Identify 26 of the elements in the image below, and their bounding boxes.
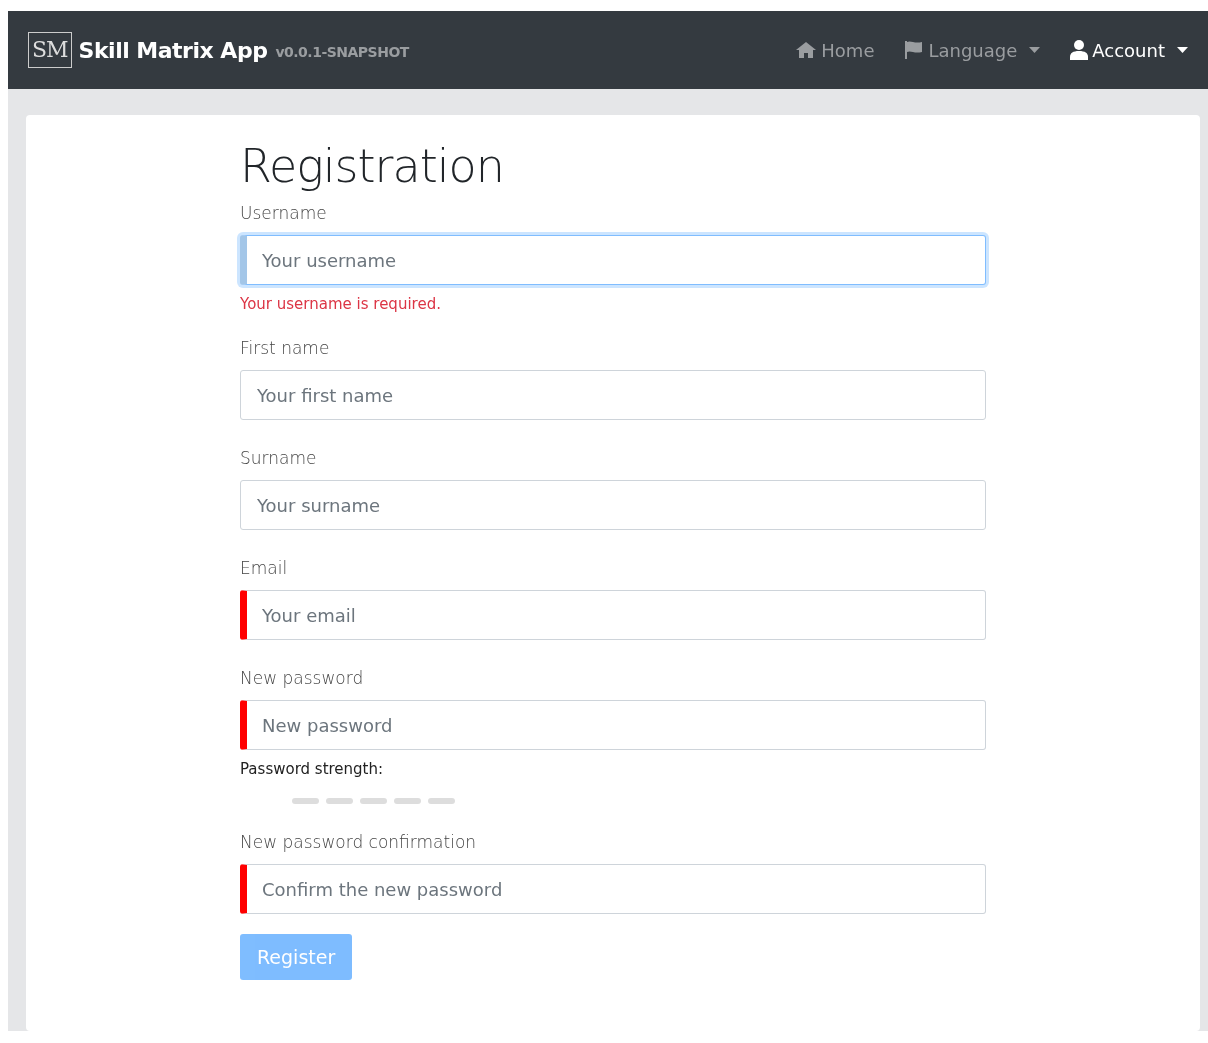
- field-label: Username: [240, 203, 328, 223]
- strength-label: Password strength:: [240, 760, 385, 778]
- error-message: Your username is required.: [240, 295, 442, 313]
- input-field[interactable]: Your username: [240, 235, 986, 285]
- home-icon: [795, 41, 818, 59]
- input-field[interactable]: Confirm the new password: [240, 864, 986, 914]
- field-label: Surname: [240, 448, 318, 468]
- input-field[interactable]: Your first name: [240, 370, 986, 420]
- nav-link[interactable]: Language: [904, 39, 1041, 61]
- brand-name[interactable]: Skill Matrix App: [78, 37, 268, 63]
- input-field[interactable]: Your surname: [240, 480, 986, 530]
- logo: SM: [28, 32, 72, 68]
- version-label: v0.0.1-SNAPSHOT: [275, 44, 409, 60]
- caret-icon: [1177, 47, 1188, 53]
- page-title: Registration: [240, 139, 505, 193]
- field-label: Email: [240, 558, 289, 578]
- user-icon: [1070, 40, 1089, 60]
- field-label: New password confirmation: [240, 832, 478, 852]
- nav-link[interactable]: Account: [1070, 39, 1188, 61]
- field-label: First name: [240, 338, 331, 358]
- input-field[interactable]: New password: [240, 700, 986, 750]
- flag-icon: [904, 40, 925, 60]
- input-field[interactable]: Your email: [240, 590, 986, 640]
- nav-link[interactable]: Home: [795, 39, 875, 61]
- field-label: New password: [240, 668, 365, 688]
- caret-icon: [1029, 47, 1041, 53]
